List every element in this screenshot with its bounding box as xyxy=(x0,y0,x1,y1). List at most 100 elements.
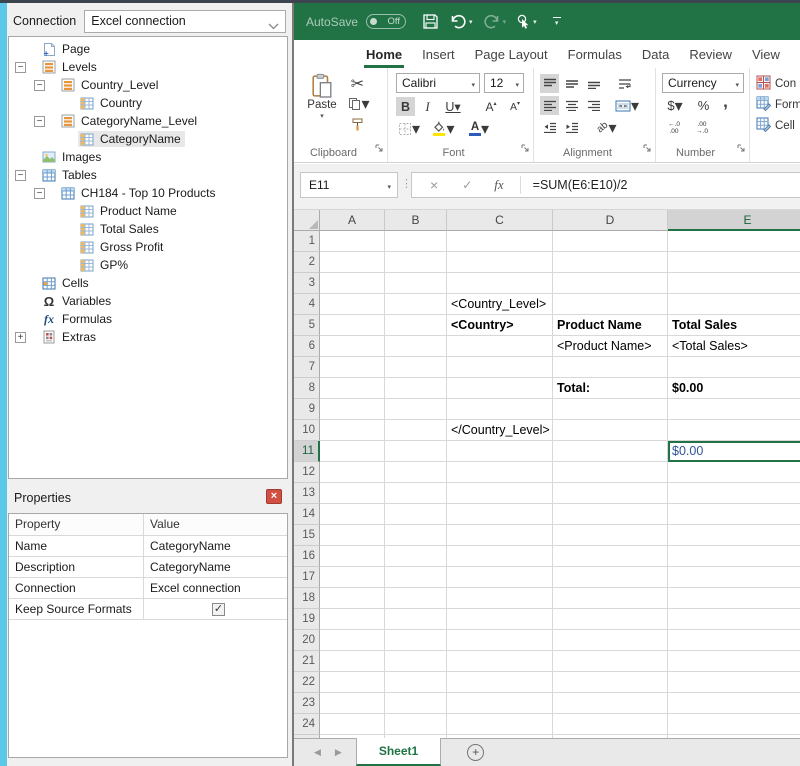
cell-E2[interactable] xyxy=(668,252,800,273)
cell-B2[interactable] xyxy=(385,252,447,273)
cell-B17[interactable] xyxy=(385,567,447,588)
tree-item-images[interactable]: Images xyxy=(9,148,287,166)
cell-A18[interactable] xyxy=(320,588,385,609)
dialog-launcher-icon[interactable] xyxy=(736,140,746,158)
tree-item-page[interactable]: +Page xyxy=(9,40,287,58)
cell-E20[interactable] xyxy=(668,630,800,651)
prev-sheet-icon[interactable]: ◀ xyxy=(314,747,321,758)
cell-E10[interactable] xyxy=(668,420,800,441)
column-header-C[interactable]: C xyxy=(447,210,553,231)
cut-button[interactable]: ✂ xyxy=(348,74,367,93)
copy-button[interactable]: ▾ xyxy=(346,94,372,113)
cell-B24[interactable] xyxy=(385,714,447,735)
dialog-launcher-icon[interactable] xyxy=(374,140,384,158)
cell-C17[interactable] xyxy=(447,567,553,588)
cell-styles-button[interactable]: Cell xyxy=(756,115,800,136)
cell-D12[interactable] xyxy=(553,462,668,483)
property-row-description[interactable]: DescriptionCategoryName xyxy=(9,557,287,578)
cell-B7[interactable] xyxy=(385,357,447,378)
cell-C21[interactable] xyxy=(447,651,553,672)
cell-E14[interactable] xyxy=(668,504,800,525)
cell-B11[interactable] xyxy=(385,441,447,462)
top-align-button[interactable] xyxy=(540,74,559,93)
cell-B16[interactable] xyxy=(385,546,447,567)
row-header-4[interactable]: 4 xyxy=(294,294,320,315)
plus-expander-icon[interactable]: + xyxy=(15,332,26,343)
cell-B13[interactable] xyxy=(385,483,447,504)
cell-E21[interactable] xyxy=(668,651,800,672)
row-header-14[interactable]: 14 xyxy=(294,504,320,525)
cell-D20[interactable] xyxy=(553,630,668,651)
cell-B10[interactable] xyxy=(385,420,447,441)
cell-C3[interactable] xyxy=(447,273,553,294)
tab-page-layout[interactable]: Page Layout xyxy=(465,40,558,68)
row-header-23[interactable]: 23 xyxy=(294,693,320,714)
cell-D3[interactable] xyxy=(553,273,668,294)
merge-center-button[interactable]: ▾ xyxy=(614,96,640,115)
underline-button[interactable]: U▾ xyxy=(440,97,466,116)
minus-expander-icon[interactable]: − xyxy=(15,62,26,73)
cell-A3[interactable] xyxy=(320,273,385,294)
column-header-A[interactable]: A xyxy=(320,210,385,231)
cell-C18[interactable] xyxy=(447,588,553,609)
cell-A24[interactable] xyxy=(320,714,385,735)
tab-formulas[interactable]: Formulas xyxy=(558,40,632,68)
tab-data[interactable]: Data xyxy=(632,40,679,68)
new-sheet-button[interactable]: + xyxy=(467,744,484,761)
cell-B15[interactable] xyxy=(385,525,447,546)
cell-C12[interactable] xyxy=(447,462,553,483)
cell-B12[interactable] xyxy=(385,462,447,483)
cell-C9[interactable] xyxy=(447,399,553,420)
cell-D13[interactable] xyxy=(553,483,668,504)
dialog-launcher-icon[interactable] xyxy=(520,140,530,158)
tree-item-gross-profit[interactable]: Gross Profit xyxy=(9,238,287,256)
row-header-22[interactable]: 22 xyxy=(294,672,320,693)
cell-C22[interactable] xyxy=(447,672,553,693)
cell-A14[interactable] xyxy=(320,504,385,525)
cell-D14[interactable] xyxy=(553,504,668,525)
minus-expander-icon[interactable]: − xyxy=(34,116,45,127)
cell-E4[interactable] xyxy=(668,294,800,315)
cell-E13[interactable] xyxy=(668,483,800,504)
row-header-7[interactable]: 7 xyxy=(294,357,320,378)
cell-A2[interactable] xyxy=(320,252,385,273)
cell-A16[interactable] xyxy=(320,546,385,567)
row-header-21[interactable]: 21 xyxy=(294,651,320,672)
cell-B1[interactable] xyxy=(385,231,447,252)
cell-A7[interactable] xyxy=(320,357,385,378)
cell-A5[interactable] xyxy=(320,315,385,336)
cell-B20[interactable] xyxy=(385,630,447,651)
sheet-tab-sheet1[interactable]: Sheet1 xyxy=(356,738,441,766)
row-header-19[interactable]: 19 xyxy=(294,609,320,630)
cell-A21[interactable] xyxy=(320,651,385,672)
cell-D23[interactable] xyxy=(553,693,668,714)
touch-mouse-mode-button[interactable]: ▾ xyxy=(516,14,537,30)
formula-bar[interactable]: × ✓ fx =SUM(E6:E10)/2 xyxy=(411,172,800,198)
cell-A4[interactable] xyxy=(320,294,385,315)
percent-style-button[interactable]: % xyxy=(694,96,713,115)
cell-C6[interactable] xyxy=(447,336,553,357)
row-header-13[interactable]: 13 xyxy=(294,483,320,504)
cell-B8[interactable] xyxy=(385,378,447,399)
cell-D24[interactable] xyxy=(553,714,668,735)
comma-style-button[interactable]: , xyxy=(716,92,735,111)
tree-item-levels[interactable]: −Levels xyxy=(9,58,287,76)
cell-A13[interactable] xyxy=(320,483,385,504)
tree-item-country-level[interactable]: −Country_Level xyxy=(9,76,287,94)
cell-D4[interactable] xyxy=(553,294,668,315)
cell-A20[interactable] xyxy=(320,630,385,651)
row-header-9[interactable]: 9 xyxy=(294,399,320,420)
cell-C16[interactable] xyxy=(447,546,553,567)
cell-D17[interactable] xyxy=(553,567,668,588)
tree-item-cells[interactable]: Cells xyxy=(9,274,287,292)
cell-D1[interactable] xyxy=(553,231,668,252)
tree-item-product-name[interactable]: Product Name xyxy=(9,202,287,220)
bold-button[interactable]: B xyxy=(396,97,415,116)
cell-C11[interactable] xyxy=(447,441,553,462)
tree-item-tables[interactable]: −Tables xyxy=(9,166,287,184)
cell-A17[interactable] xyxy=(320,567,385,588)
undo-button[interactable]: ▾ xyxy=(449,14,473,29)
orientation-button[interactable]: ab ▾ xyxy=(594,118,620,137)
cell-E1[interactable] xyxy=(668,231,800,252)
cell-B18[interactable] xyxy=(385,588,447,609)
